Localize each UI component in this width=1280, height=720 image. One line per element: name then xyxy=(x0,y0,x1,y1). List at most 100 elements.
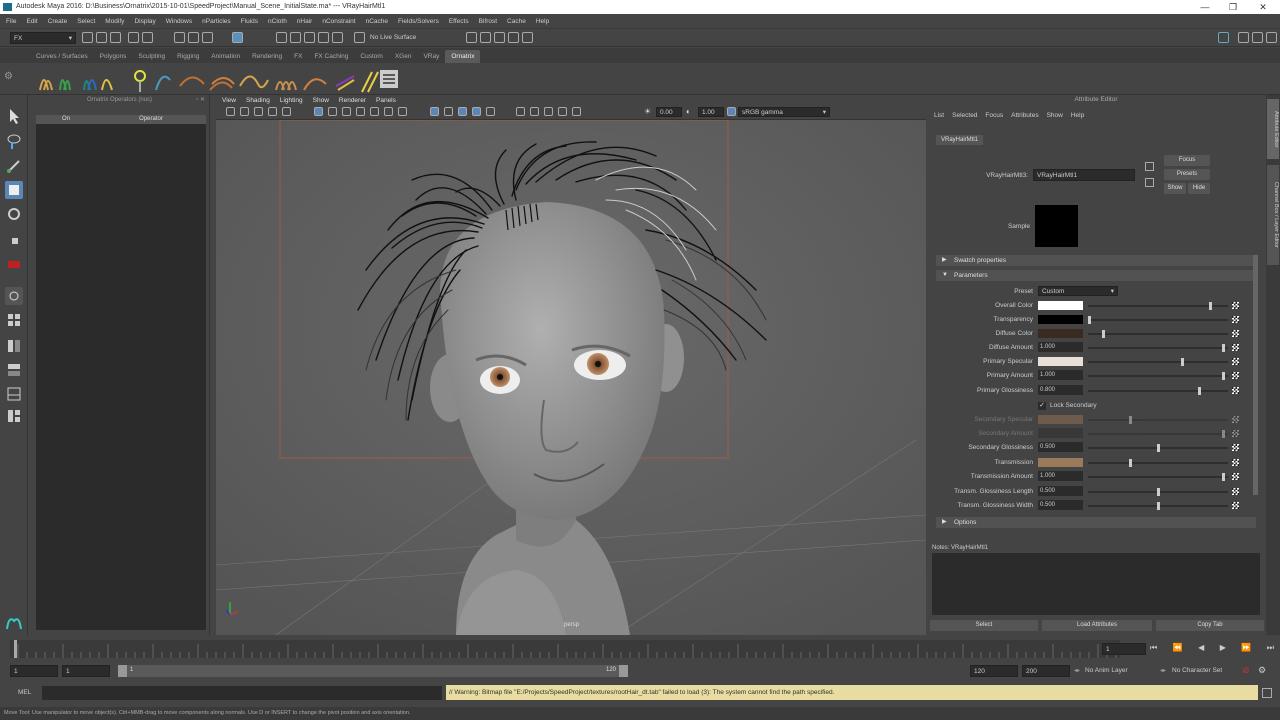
3d-scene[interactable]: persp xyxy=(216,120,926,635)
shelf-tab-polygons[interactable]: Polygons xyxy=(94,50,133,63)
gamma-field[interactable]: 1.00 xyxy=(698,107,724,117)
section-swatch-properties[interactable]: ▶ Swatch properties xyxy=(936,255,1256,266)
slider-handle[interactable] xyxy=(1181,358,1184,366)
current-frame-field[interactable]: 1 xyxy=(1102,643,1146,655)
primary-specular-swatch[interactable] xyxy=(1038,357,1083,366)
operators-list[interactable]: On Operator xyxy=(36,115,206,630)
menu-cache[interactable]: Cache xyxy=(507,18,526,25)
map-button-icon[interactable] xyxy=(1232,387,1239,394)
script-editor-icon[interactable] xyxy=(1262,688,1272,698)
step-back-frame-icon[interactable]: ◀ xyxy=(1198,643,1204,655)
input-connection-icon[interactable] xyxy=(1145,162,1154,171)
viewport-menu-view[interactable]: View xyxy=(222,97,236,104)
color-management-icon[interactable] xyxy=(727,107,736,116)
map-button-icon[interactable] xyxy=(1232,444,1239,451)
ornatrix-shelf-icons[interactable] xyxy=(36,66,406,94)
snap-curve-icon[interactable] xyxy=(290,32,301,43)
select-hierarchy-icon[interactable] xyxy=(174,32,185,43)
map-button-icon[interactable] xyxy=(1232,372,1239,379)
single-pane-layout-icon[interactable] xyxy=(5,287,23,305)
go-to-end-icon[interactable]: ⏭ xyxy=(1267,643,1274,655)
layout-icon[interactable] xyxy=(1218,32,1229,43)
secondary-amount-field[interactable] xyxy=(1038,428,1083,438)
ae-menu-help[interactable]: Help xyxy=(1071,112,1084,119)
side-by-side-layout-icon[interactable] xyxy=(5,337,23,355)
lock-secondary-checkbox[interactable]: ✓ xyxy=(1038,402,1046,410)
select-button[interactable]: Select xyxy=(930,620,1038,631)
render-view-icon[interactable] xyxy=(466,32,477,43)
shadows-icon[interactable] xyxy=(384,107,393,116)
snap-grid-icon[interactable] xyxy=(276,32,287,43)
section-options[interactable]: ▶ Options xyxy=(936,517,1256,528)
secondary-amount-slider[interactable] xyxy=(1088,430,1228,438)
tool-settings-toggle-icon[interactable] xyxy=(1252,32,1263,43)
select-object-icon[interactable] xyxy=(188,32,199,43)
snap-surface-icon[interactable] xyxy=(332,32,343,43)
map-button-icon[interactable] xyxy=(1232,416,1239,423)
primary-glossiness-field[interactable]: 0.800 xyxy=(1038,385,1083,395)
start-frame-field[interactable]: 1 xyxy=(10,665,58,677)
diffuse-amount-field[interactable]: 1.000 xyxy=(1038,342,1083,352)
copy-tab-button[interactable]: Copy Tab xyxy=(1156,620,1264,631)
lasso-tool-icon[interactable] xyxy=(5,132,23,150)
grid-icon[interactable] xyxy=(282,107,291,116)
scale-tool-icon[interactable] xyxy=(5,231,23,249)
menu-modify[interactable]: Modify xyxy=(105,18,124,25)
menu-fluids[interactable]: Fluids xyxy=(241,18,258,25)
transmission-amount-slider[interactable] xyxy=(1088,473,1228,481)
isolate-select-icon[interactable] xyxy=(430,107,439,116)
range-end-field[interactable]: 120 xyxy=(970,665,1018,677)
slider-handle[interactable] xyxy=(1088,316,1091,324)
anim-end-field[interactable]: 200 xyxy=(1022,665,1070,677)
shelf-tab-custom[interactable]: Custom xyxy=(354,50,388,63)
select-tool-icon[interactable] xyxy=(5,107,23,125)
last-tool-icon[interactable] xyxy=(5,255,23,273)
notes-field[interactable] xyxy=(932,553,1260,615)
map-button-icon[interactable] xyxy=(1232,316,1239,323)
diffuse-color-swatch[interactable] xyxy=(1038,329,1083,338)
attribute-scrollbar[interactable] xyxy=(1253,255,1258,495)
menu-bifrost[interactable]: Bifrost xyxy=(479,18,497,25)
save-scene-icon[interactable] xyxy=(110,32,121,43)
shelf-tab-fx-caching[interactable]: FX Caching xyxy=(308,50,354,63)
go-to-start-icon[interactable]: ⏮ xyxy=(1150,643,1157,655)
secondary-specular-swatch[interactable] xyxy=(1038,415,1083,424)
channel-box-side-tab[interactable]: Channel Box / Layer Editor xyxy=(1267,165,1279,265)
xray-icon[interactable] xyxy=(398,107,407,116)
show-button[interactable]: Show xyxy=(1164,183,1186,194)
slider-handle[interactable] xyxy=(1157,502,1160,510)
map-button-icon[interactable] xyxy=(1232,502,1239,509)
time-slider[interactable] xyxy=(10,640,1120,658)
primary-amount-field[interactable]: 1.000 xyxy=(1038,370,1083,380)
camera-icon[interactable] xyxy=(226,107,235,116)
menu-help[interactable]: Help xyxy=(536,18,549,25)
ambient-occlusion-icon[interactable] xyxy=(444,107,453,116)
map-button-icon[interactable] xyxy=(1232,459,1239,466)
four-pane-layout-icon[interactable] xyxy=(5,311,23,329)
column-on[interactable]: On xyxy=(36,115,96,124)
redo-icon[interactable] xyxy=(142,32,153,43)
shelf-tab-ornatrix[interactable]: Ornatrix xyxy=(445,50,481,63)
ipr-render-icon[interactable] xyxy=(494,32,505,43)
diffuse-color-slider[interactable] xyxy=(1088,330,1228,338)
lights-icon[interactable] xyxy=(370,107,379,116)
viewport-menu-lighting[interactable]: Lighting xyxy=(280,97,303,104)
menu-display[interactable]: Display xyxy=(134,18,155,25)
magnet-icon[interactable] xyxy=(354,32,365,43)
range-start-field[interactable]: 1 xyxy=(62,665,110,677)
overall-color-slider[interactable] xyxy=(1088,302,1228,310)
move-tool-icon[interactable] xyxy=(5,181,23,199)
slider-handle[interactable] xyxy=(1209,302,1212,310)
safe-title-icon[interactable] xyxy=(572,107,581,116)
ae-menu-show[interactable]: Show xyxy=(1047,112,1063,119)
primary-specular-slider[interactable] xyxy=(1088,358,1228,366)
ae-menu-selected[interactable]: Selected xyxy=(952,112,977,119)
map-button-icon[interactable] xyxy=(1232,473,1239,480)
step-back-key-icon[interactable]: ⏪ xyxy=(1173,643,1183,655)
shelf-tab-xgen[interactable]: XGen xyxy=(389,50,418,63)
attribute-editor-toggle-icon[interactable] xyxy=(1238,32,1249,43)
slider-handle[interactable] xyxy=(1222,473,1225,481)
viewport-menu-show[interactable]: Show xyxy=(313,97,329,104)
undo-icon[interactable] xyxy=(128,32,139,43)
menu-select[interactable]: Select xyxy=(77,18,95,25)
